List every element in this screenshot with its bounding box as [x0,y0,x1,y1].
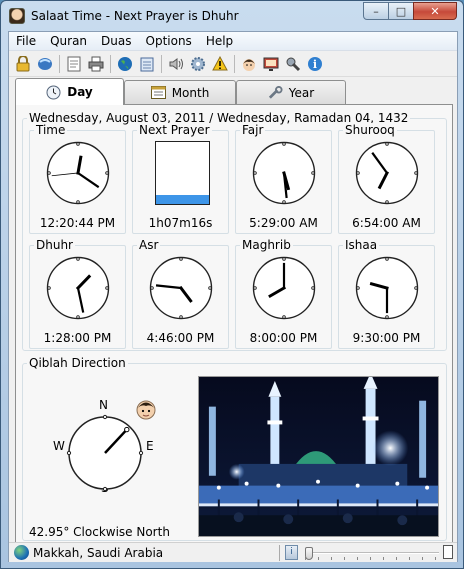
document-icon[interactable] [64,54,83,73]
settings-icon[interactable] [188,54,207,73]
next-prayer-progress [155,141,210,205]
tab-day-label: Day [67,85,93,99]
lock-icon[interactable] [13,54,32,73]
avatar-icon[interactable] [239,54,258,73]
tools-icon [268,85,283,100]
cell-asr: Asr 4:46:00 PM [132,238,229,349]
cell-title: Shurooq [343,123,397,137]
tab-day[interactable]: Day [15,78,124,105]
cell-value: 1:28:00 PM [43,331,112,345]
menu-file[interactable]: File [9,34,43,48]
volume-box[interactable] [443,545,453,559]
status-location: Makkah, Saudi Arabia [33,545,164,560]
analog-clock [46,256,109,320]
cell-title: Dhuhr [34,238,75,252]
cell-ishaa: Ishaa 9:30:00 PM [338,238,435,349]
cell-value: 12:20:44 PM [39,216,116,230]
toolbar-separator [110,54,111,73]
cell-next-prayer: Next Prayer 1h07m16s [132,123,229,234]
analog-clock [149,256,212,320]
cell-title: Next Prayer [137,123,212,137]
tools-icon[interactable] [283,54,302,73]
title-bar[interactable]: Salaat Time - Next Prayer is Dhuhr – □ ✕ [1,1,463,31]
toolbar: i [9,51,457,77]
app-window: Salaat Time - Next Prayer is Dhuhr – □ ✕… [0,0,464,569]
calendar-icon[interactable] [137,54,156,73]
cell-title: Time [34,123,68,137]
status-separator [279,545,280,561]
screen-icon[interactable] [261,54,280,73]
qiblah-compass [66,414,144,492]
slider-ticks [305,557,439,560]
qiblah-needle-tip [124,426,130,433]
slider-track [305,552,439,554]
compass-north: N [99,398,108,412]
cell-shurooq: Shurooq 6:54:00 AM [338,123,435,234]
cell-title: Fajr [240,123,266,137]
toolbar-separator [59,54,60,73]
globe-icon [14,545,29,560]
next-prayer-progress-fill [156,195,209,204]
close-button[interactable]: ✕ [413,2,457,20]
prayer-times-group: Wednesday, August 03, 2011 / Wednesday, … [22,111,447,351]
tab-year[interactable]: Year [236,80,346,104]
clock-icon [46,85,61,99]
cell-title: Asr [137,238,161,252]
compass-west: W [53,439,65,453]
menu-options[interactable]: Options [139,34,199,48]
app-icon [9,8,25,24]
globe-icon[interactable] [115,54,134,73]
speaker-icon[interactable] [166,54,185,73]
qiblah-angle: 42.95° Clockwise North [29,525,170,539]
toolbar-separator [234,54,235,73]
status-bar: Makkah, Saudi Arabia i [9,542,457,562]
mosque-image [198,376,439,537]
info-icon[interactable]: i [305,54,324,73]
menu-help[interactable]: Help [199,34,240,48]
cell-title: Maghrib [240,238,293,252]
qiblah-title: Qiblah Direction [29,356,126,370]
window-title: Salaat Time - Next Prayer is Dhuhr [31,9,239,23]
menu-quran[interactable]: Quran [43,34,94,48]
analog-clock [46,141,109,205]
tab-year-label: Year [288,85,315,100]
maximize-button[interactable]: □ [388,2,414,20]
tab-month[interactable]: Month [124,80,236,104]
cell-value: 9:30:00 PM [352,331,421,345]
quran-icon[interactable] [35,54,54,73]
tab-month-label: Month [171,85,210,100]
toolbar-separator [161,54,162,73]
info-button[interactable]: i [285,545,298,560]
cell-value: 8:00:00 PM [249,331,318,345]
cell-value: 4:46:00 PM [146,331,215,345]
cell-value: 5:29:00 AM [249,216,318,230]
cell-value: 1h07m16s [148,216,213,230]
analog-clock [355,141,418,205]
compass-east: E [146,439,154,453]
analog-clock [252,256,315,320]
analog-clock [355,256,418,320]
print-icon[interactable] [86,54,105,73]
minimize-button[interactable]: – [363,2,389,20]
day-panel: Wednesday, August 03, 2011 / Wednesday, … [15,104,453,546]
menu-duas[interactable]: Duas [94,34,138,48]
cell-dhuhr: Dhuhr 1:28:00 PM [29,238,126,349]
svg-text:i: i [312,58,316,71]
analog-clock [252,141,315,205]
warning-icon[interactable] [210,54,229,73]
cell-maghrib: Maghrib 8:00:00 PM [235,238,332,349]
slider-thumb[interactable] [305,547,313,560]
calendar-icon [150,86,166,100]
client-area: File Quran Duas Options Help i Day Month… [8,31,458,562]
menu-bar: File Quran Duas Options Help [9,32,457,51]
cell-time: Time 12:20:44 PM [29,123,126,234]
volume-slider[interactable] [305,545,439,561]
qiblah-group: Qiblah Direction N S E W 42.95° C [22,356,447,541]
cell-title: Ishaa [343,238,380,252]
cell-fajr: Fajr 5:29:00 AM [235,123,332,234]
cell-value: 6:54:00 AM [352,216,421,230]
